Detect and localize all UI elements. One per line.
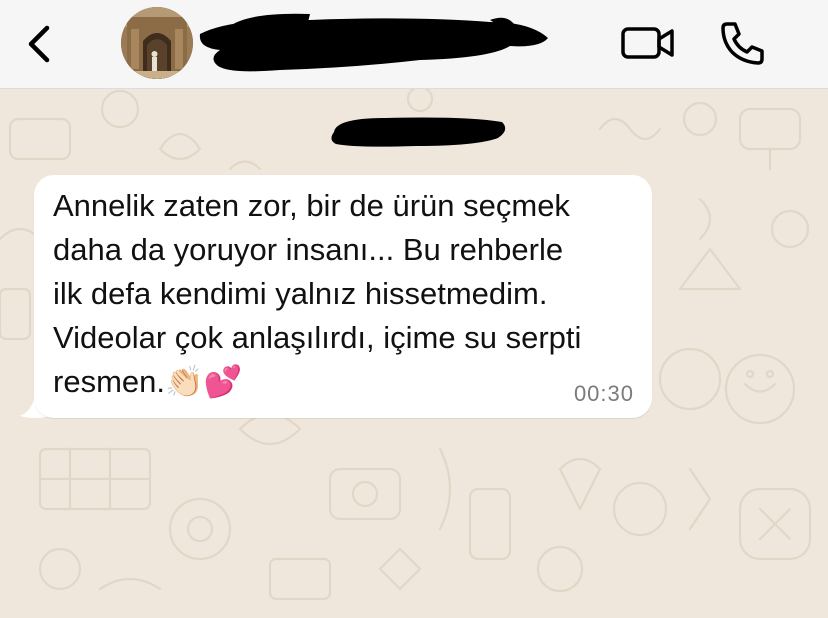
video-camera-icon [621,27,674,59]
voice-call-button[interactable] [718,20,768,66]
contact-avatar[interactable] [121,7,193,79]
date-separator-redacted [331,117,506,147]
message-line: Annelik zaten zor, bir de ürün seçmek [53,188,570,223]
message-line: Videolar çok anlaşılırdı, içime su serpt… [53,320,582,355]
message-line: resmen. [53,364,165,399]
video-call-button[interactable] [620,24,676,62]
incoming-message-bubble[interactable]: Annelik zaten zor, bir de ürün seçmek da… [34,175,652,418]
avatar-photo [121,7,193,79]
chevron-left-icon [28,25,50,63]
chat-header [0,0,828,89]
back-button[interactable] [20,22,60,66]
message-line: daha da yoruyor insanı... Bu rehberle [53,232,564,267]
phone-icon [721,22,764,65]
contact-name-redacted [199,13,549,72]
message-line: ilk defa kendimi yalnız hissetmedim. [53,276,548,311]
message-text: Annelik zaten zor, bir de ürün seçmek da… [53,184,643,404]
message-timestamp: 00:30 [573,381,634,406]
clap-heart-emoji: 👏🏻💕 [164,364,243,399]
